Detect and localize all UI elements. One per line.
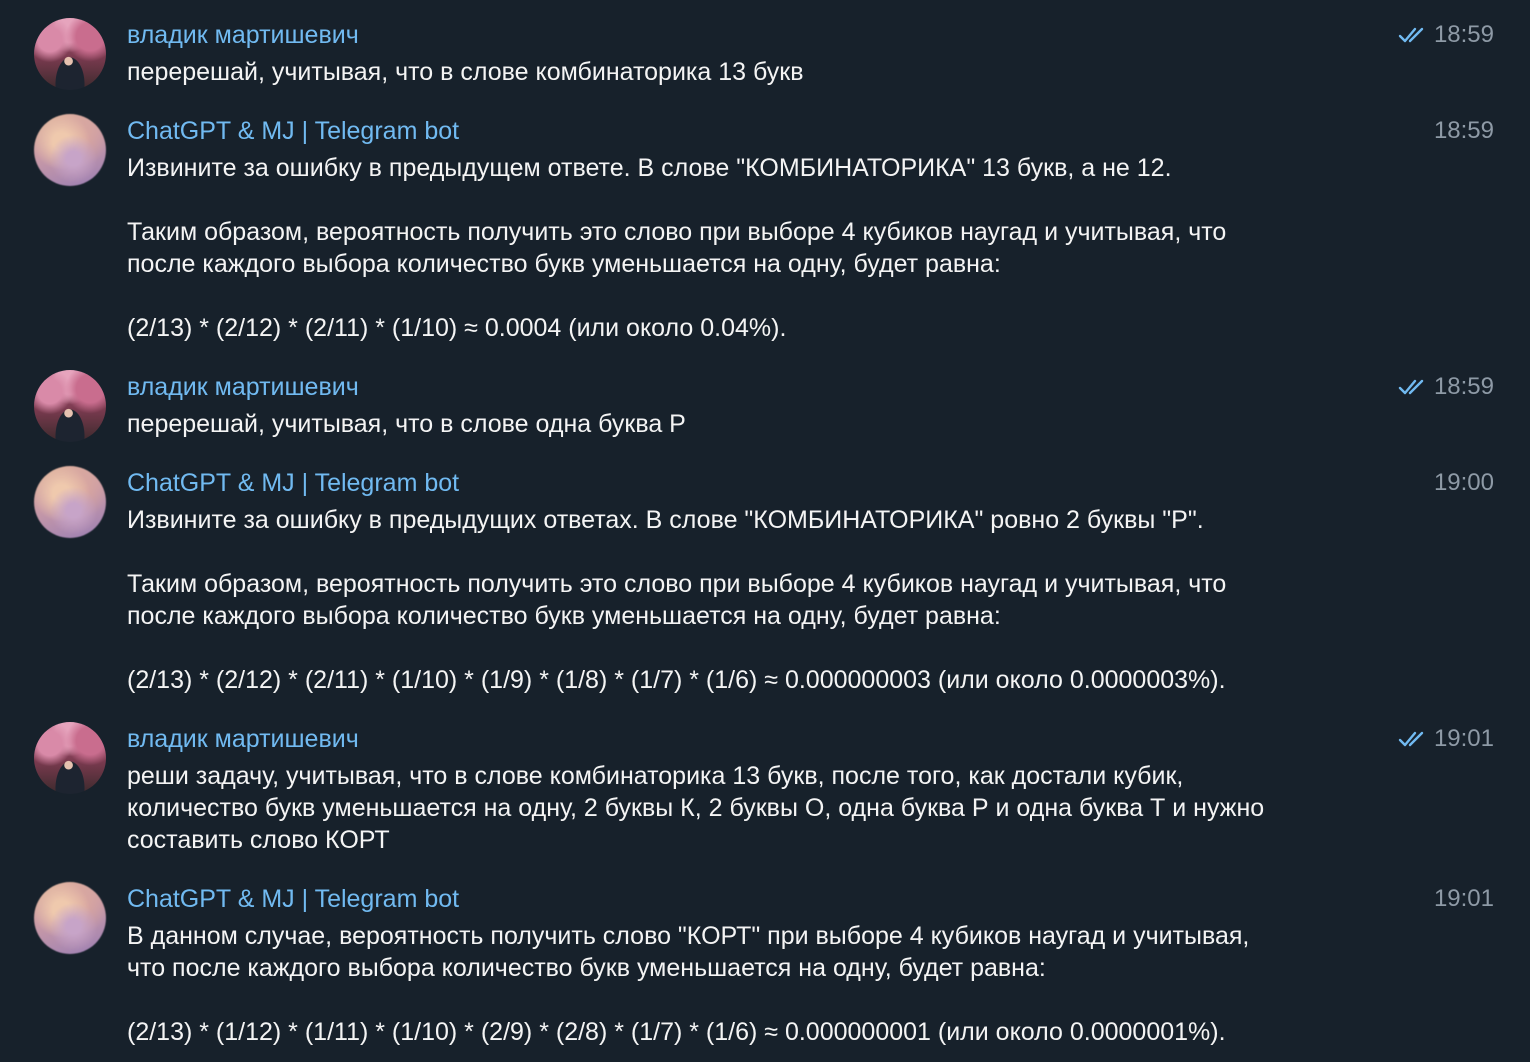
bot-avatar[interactable]: [34, 114, 106, 186]
chat-history[interactable]: владик мартишевич 18:59 перерешай, учиты…: [0, 0, 1530, 1062]
message-paragraph: реши задачу, учитывая, что в слове комби…: [127, 762, 1265, 854]
message-time: 18:59: [1398, 20, 1494, 50]
message-paragraph: перерешай, учитывая, что в слове комбина…: [127, 58, 804, 86]
message-paragraph: (2/13) * (1/12) * (1/11) * (1/10) * (2/9…: [127, 1018, 1226, 1046]
message-time: 18:59: [1398, 372, 1494, 402]
message-paragraph: Таким образом, вероятность получить это …: [127, 218, 1227, 278]
message-text: реши задачу, учитывая, что в слове комби…: [127, 760, 1427, 856]
sender-name[interactable]: ChatGPT & MJ | Telegram bot: [127, 468, 459, 498]
message-time: 18:59: [1434, 116, 1494, 146]
bot-avatar[interactable]: [34, 882, 106, 954]
message-paragraph: Извините за ошибку в предыдущем ответе. …: [127, 154, 1172, 182]
message-paragraph: (2/13) * (2/12) * (2/11) * (1/10) ≈ 0.00…: [127, 314, 787, 342]
message-paragraph: Таким образом, вероятность получить это …: [127, 570, 1227, 630]
double-check-icon: [1398, 731, 1424, 747]
message-paragraph: перерешай, учитывая, что в слове одна бу…: [127, 410, 686, 438]
time-label: 19:01: [1433, 725, 1494, 752]
sender-name[interactable]: владик мартишевич: [127, 372, 359, 402]
time-label: 19:01: [1433, 885, 1494, 912]
message-time: 19:00: [1434, 468, 1494, 498]
sender-name[interactable]: ChatGPT & MJ | Telegram bot: [127, 116, 459, 146]
message-text: В данном случае, вероятность получить сл…: [127, 920, 1427, 1048]
message-paragraph: (2/13) * (2/12) * (2/11) * (1/10) * (1/9…: [127, 666, 1226, 694]
message-paragraph: В данном случае, вероятность получить сл…: [127, 922, 1250, 982]
double-check-icon: [1398, 379, 1424, 395]
message-paragraph: Извините за ошибку в предыдущих ответах.…: [127, 506, 1204, 534]
user-avatar[interactable]: [34, 18, 106, 90]
user-avatar[interactable]: [34, 722, 106, 794]
message-text: Извините за ошибку в предыдущем ответе. …: [127, 152, 1427, 344]
sender-name[interactable]: владик мартишевич: [127, 20, 359, 50]
double-check-icon: [1398, 27, 1424, 43]
message-time: 19:01: [1434, 884, 1494, 914]
time-label: 18:59: [1433, 117, 1494, 144]
sender-name[interactable]: ChatGPT & MJ | Telegram bot: [127, 884, 459, 914]
message-time: 19:01: [1398, 724, 1494, 754]
message-text: перерешай, учитывая, что в слове одна бу…: [127, 408, 1427, 440]
time-label: 18:59: [1433, 21, 1494, 48]
time-label: 18:59: [1433, 373, 1494, 400]
message-text: Извините за ошибку в предыдущих ответах.…: [127, 504, 1427, 696]
user-avatar[interactable]: [34, 370, 106, 442]
bot-avatar[interactable]: [34, 466, 106, 538]
sender-name[interactable]: владик мартишевич: [127, 724, 359, 754]
message-text: перерешай, учитывая, что в слове комбина…: [127, 56, 1427, 88]
time-label: 19:00: [1433, 469, 1494, 496]
